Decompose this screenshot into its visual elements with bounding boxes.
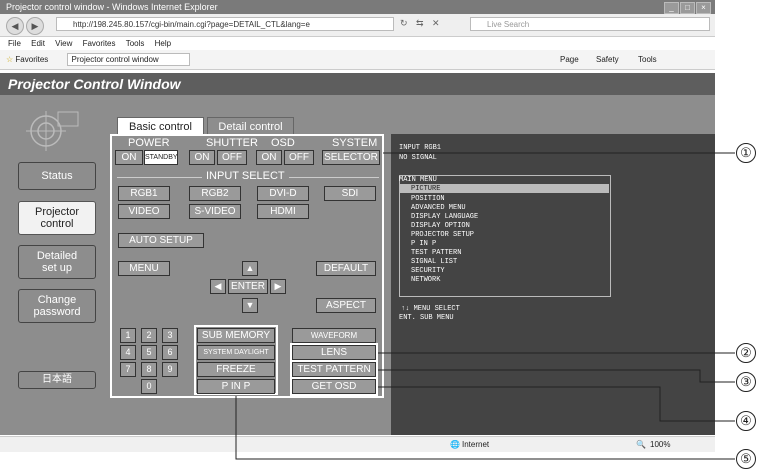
callout-4: ④	[736, 411, 756, 431]
callout-line-4	[378, 386, 735, 422]
callout-5: ⑤	[736, 449, 756, 469]
callout-3: ③	[736, 372, 756, 392]
callout-lines	[235, 152, 735, 460]
callout-1: ①	[736, 143, 756, 163]
callout-2: ②	[736, 343, 756, 363]
callout-line-3	[378, 369, 735, 383]
